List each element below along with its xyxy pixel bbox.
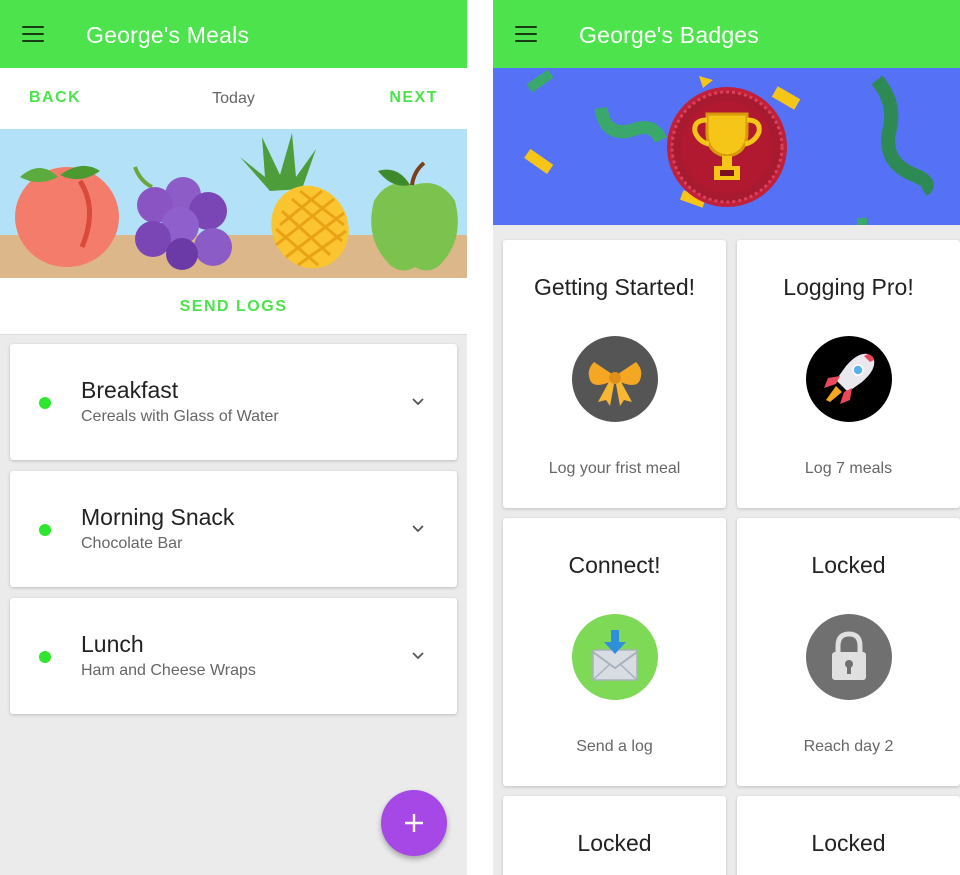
back-button[interactable]: BACK [29, 89, 81, 107]
badges-screen: George's Badges Getting Started! Log you… [493, 0, 960, 875]
trophy-icon [667, 87, 787, 207]
app-bar: George's Meals [0, 0, 467, 68]
page-title: George's Meals [86, 22, 250, 48]
menu-icon[interactable] [515, 26, 537, 42]
meal-card-breakfast[interactable]: Breakfast Cereals with Glass of Water [10, 344, 457, 460]
bow-icon [572, 336, 658, 422]
meal-card-morning-snack[interactable]: Morning Snack Chocolate Bar [10, 471, 457, 587]
meal-description: Ham and Cheese Wraps [81, 662, 256, 679]
envelope-icon [572, 614, 658, 700]
meal-card-lunch[interactable]: Lunch Ham and Cheese Wraps [10, 598, 457, 714]
chevron-down-icon[interactable] [411, 648, 425, 662]
app-bar: George's Badges [493, 0, 960, 68]
lock-icon [806, 614, 892, 700]
badge-card-locked[interactable]: Locked Reach day 2 [737, 518, 960, 786]
fruit-banner-image [0, 129, 467, 278]
add-meal-button[interactable] [381, 790, 447, 856]
badge-title: Locked [811, 830, 886, 856]
badge-description: Log 7 meals [804, 460, 893, 477]
badge-title: Locked [811, 552, 886, 578]
page-title: George's Badges [579, 22, 760, 48]
send-logs-button[interactable]: SEND LOGS [0, 298, 467, 316]
status-dot [39, 397, 51, 409]
date-navigation: Today BACK NEXT [0, 68, 467, 129]
plus-icon [405, 814, 423, 832]
badge-card-connect[interactable]: Connect! Send a log [503, 518, 726, 786]
badge-title: Locked [577, 830, 652, 856]
meals-screen: George's Meals Today BACK NEXT SEND LOGS… [0, 0, 467, 875]
chevron-down-icon[interactable] [411, 394, 425, 408]
badge-description: Reach day 2 [803, 738, 894, 755]
badges-hero-banner [493, 68, 960, 225]
badge-card-locked[interactable]: Locked [737, 796, 960, 875]
chevron-down-icon[interactable] [411, 521, 425, 535]
status-dot [39, 524, 51, 536]
meal-name: Lunch [81, 631, 144, 657]
badge-title: Getting Started! [533, 274, 696, 300]
badge-card-logging-pro[interactable]: Logging Pro! Log 7 meals [737, 240, 960, 508]
badge-title: Connect! [568, 552, 661, 578]
badge-description: Log your frist meal [548, 460, 681, 477]
next-button[interactable]: NEXT [389, 89, 438, 107]
status-dot [39, 651, 51, 663]
badge-title: Logging Pro! [783, 274, 914, 300]
menu-icon[interactable] [22, 26, 44, 42]
meal-name: Morning Snack [81, 504, 235, 530]
rocket-icon [806, 336, 892, 422]
meal-description: Chocolate Bar [81, 535, 183, 552]
badge-description: Send a log [576, 738, 653, 755]
meal-name: Breakfast [81, 377, 179, 403]
badge-card-locked[interactable]: Locked [503, 796, 726, 875]
send-logs-row: SEND LOGS [0, 278, 467, 335]
meal-description: Cereals with Glass of Water [81, 408, 279, 425]
badge-card-getting-started[interactable]: Getting Started! Log your frist meal [503, 240, 726, 508]
